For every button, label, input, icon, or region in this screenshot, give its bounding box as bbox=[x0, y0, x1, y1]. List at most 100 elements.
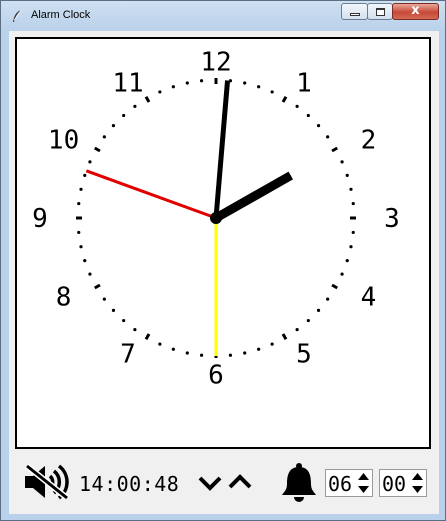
minute-dot bbox=[88, 272, 92, 276]
alarm-hour-down-arrow[interactable] bbox=[355, 483, 372, 496]
clock-face: 12 1 2 3 4 5 6 7 8 9 10 11 bbox=[15, 37, 431, 449]
alarm-minute-value[interactable]: 00 bbox=[382, 472, 406, 496]
minute-dot bbox=[326, 297, 330, 301]
minute-dot bbox=[257, 347, 261, 351]
chevron-up-icon[interactable] bbox=[227, 470, 253, 494]
clock-number: 10 bbox=[48, 126, 79, 156]
minute-dot bbox=[83, 259, 87, 263]
hour-tick bbox=[281, 96, 288, 103]
alarm-minute-down-arrow[interactable] bbox=[409, 483, 426, 496]
app-window: Alarm Clock x 12 1 2 3 4 5 6 7 8 9 10 11 14:00:48 bbox=[0, 0, 446, 521]
minute-dot bbox=[83, 173, 87, 177]
clock-number: 2 bbox=[361, 126, 377, 156]
minute-dot bbox=[340, 272, 344, 276]
clock-number: 12 bbox=[200, 47, 231, 77]
clock-number: 4 bbox=[361, 282, 377, 312]
hour-tick bbox=[331, 283, 338, 290]
current-time: 14:00:48 bbox=[79, 472, 180, 496]
minute-dot bbox=[243, 351, 247, 355]
minute-dot bbox=[257, 85, 261, 89]
hour-hand bbox=[213, 171, 293, 222]
minute-dot bbox=[345, 173, 349, 177]
minute-dot bbox=[351, 201, 355, 206]
minute-dot bbox=[340, 160, 344, 164]
feather-icon bbox=[13, 9, 22, 22]
alarm-hour-value[interactable]: 06 bbox=[328, 472, 352, 496]
minute-dot bbox=[270, 90, 274, 94]
minimize-icon bbox=[350, 13, 360, 16]
control-bar: 14:00:48 06 00 bbox=[9, 457, 439, 507]
minute-dot bbox=[306, 318, 310, 323]
minute-dot bbox=[306, 113, 310, 118]
minute-dot bbox=[158, 90, 162, 94]
minute-dot bbox=[185, 81, 189, 85]
clock-number: 7 bbox=[120, 340, 136, 370]
minute-dot bbox=[316, 124, 321, 128]
hour-tick bbox=[144, 333, 151, 340]
minute-dot bbox=[88, 160, 92, 164]
alarm-hour-arrows bbox=[355, 470, 372, 496]
minute-dot bbox=[316, 308, 321, 312]
minute-dot bbox=[133, 104, 137, 108]
minute-dot bbox=[349, 187, 353, 191]
clock-number: 9 bbox=[32, 204, 48, 234]
minute-dot bbox=[122, 113, 126, 118]
speaker-muted-icon[interactable] bbox=[23, 464, 71, 500]
hour-tick bbox=[94, 146, 101, 153]
minute-dot bbox=[171, 85, 175, 89]
alarm-minute-spinbox[interactable]: 00 bbox=[379, 469, 427, 497]
minute-dot bbox=[102, 297, 106, 301]
minute-dot bbox=[351, 230, 355, 235]
minute-dot bbox=[228, 353, 233, 357]
hour-tick bbox=[144, 96, 151, 103]
minute-dot bbox=[270, 342, 274, 346]
maximize-button[interactable] bbox=[367, 3, 393, 20]
minute-dot bbox=[111, 124, 116, 128]
window-title: Alarm Clock bbox=[31, 9, 91, 21]
clock-number: 3 bbox=[384, 204, 400, 234]
minimize-button[interactable] bbox=[341, 3, 368, 20]
clock-canvas: 121234567891011 bbox=[32, 47, 400, 391]
minute-dot bbox=[111, 308, 116, 312]
clock-number: 1 bbox=[296, 68, 312, 98]
client-area: 12 1 2 3 4 5 6 7 8 9 10 11 14:00:48 06 0… bbox=[9, 31, 439, 514]
clock-number: 8 bbox=[56, 282, 72, 312]
minute-dot bbox=[295, 104, 299, 108]
minute-dot bbox=[171, 347, 175, 351]
clock-number: 6 bbox=[208, 361, 224, 391]
title-bar[interactable]: Alarm Clock x bbox=[1, 1, 445, 31]
hour-tick bbox=[281, 333, 288, 340]
minute-dot bbox=[122, 318, 126, 323]
alarm-hand bbox=[85, 169, 217, 220]
minute-dot bbox=[102, 135, 106, 139]
bell-icon[interactable] bbox=[279, 462, 319, 502]
minute-dot bbox=[199, 353, 204, 357]
minute-dot bbox=[185, 351, 189, 355]
hour-tick bbox=[94, 283, 101, 290]
minute-dot bbox=[243, 81, 247, 85]
minute-dot bbox=[349, 245, 353, 249]
minute-dot bbox=[158, 342, 162, 346]
alarm-minute-up-arrow[interactable] bbox=[409, 470, 426, 483]
minute-dot bbox=[77, 230, 81, 235]
close-icon: x bbox=[411, 3, 420, 18]
center-pin bbox=[210, 212, 222, 224]
alarm-hour-spinbox[interactable]: 06 bbox=[325, 469, 373, 497]
hour-tick bbox=[331, 146, 338, 153]
minute-dot bbox=[77, 201, 81, 206]
minute-dot bbox=[79, 245, 83, 249]
alarm-hour-up-arrow[interactable] bbox=[355, 470, 372, 483]
minute-dot bbox=[79, 187, 83, 191]
close-button[interactable]: x bbox=[392, 3, 439, 20]
minute-dot bbox=[345, 259, 349, 263]
clock-number: 11 bbox=[112, 68, 143, 98]
minute-dot bbox=[199, 79, 204, 83]
clock-number: 5 bbox=[296, 340, 312, 370]
chevron-down-icon[interactable] bbox=[197, 470, 223, 494]
alarm-minute-arrows bbox=[409, 470, 426, 496]
minute-hand bbox=[213, 80, 231, 219]
maximize-icon bbox=[376, 8, 385, 16]
minute-dot bbox=[295, 328, 299, 332]
minute-dot bbox=[326, 135, 330, 139]
minute-dot bbox=[133, 328, 137, 332]
